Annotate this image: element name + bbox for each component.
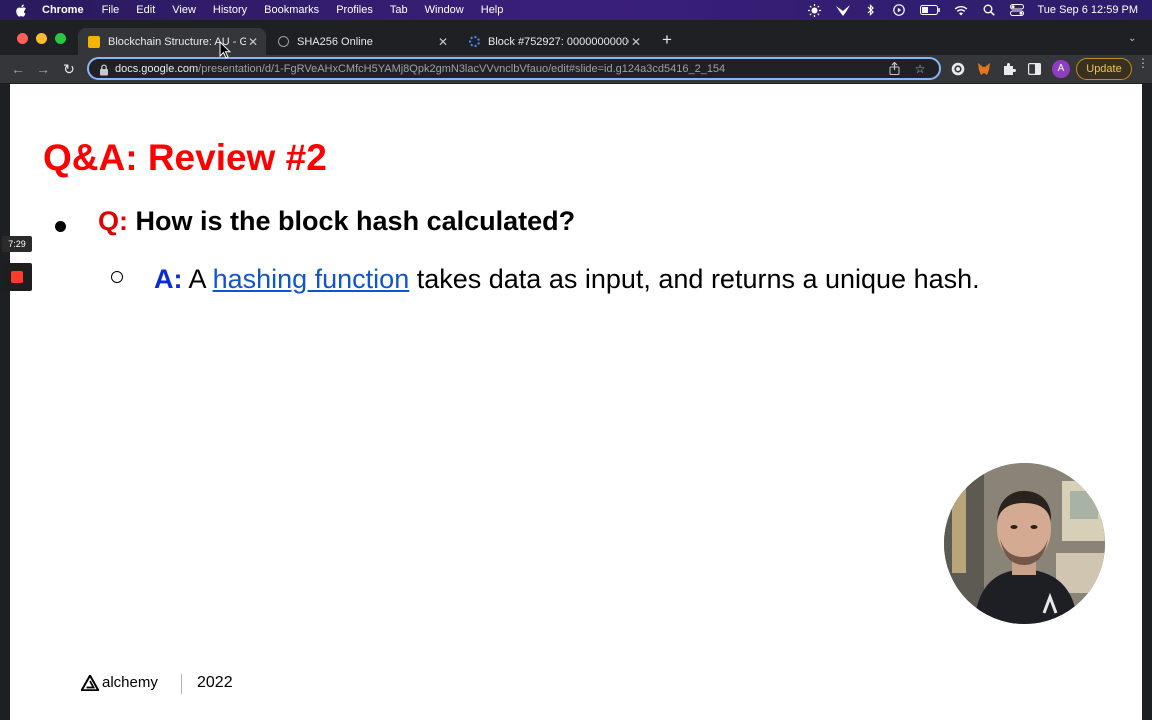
control-center-icon[interactable] bbox=[1009, 4, 1024, 16]
tab-sha256-online[interactable]: SHA256 Online ✕ bbox=[268, 28, 456, 55]
menu-profiles[interactable]: Profiles bbox=[336, 4, 373, 16]
slide-title: Q&A: Review #2 bbox=[43, 137, 327, 178]
loading-spinner-icon bbox=[469, 36, 480, 47]
zoom-window-button[interactable] bbox=[55, 33, 66, 44]
globe-icon bbox=[278, 36, 289, 47]
extensions-puzzle-icon[interactable] bbox=[1001, 61, 1017, 77]
menu-file[interactable]: File bbox=[102, 4, 120, 16]
tab-blockchain-structure[interactable]: Blockchain Structure: AU - Goo ✕ bbox=[78, 28, 266, 55]
close-tab-icon[interactable]: ✕ bbox=[436, 35, 450, 49]
menu-chrome[interactable]: Chrome bbox=[42, 4, 84, 16]
profile-avatar[interactable]: A bbox=[1052, 60, 1070, 78]
play-icon[interactable] bbox=[892, 4, 906, 16]
brightness-icon[interactable] bbox=[808, 3, 822, 17]
answer-post: takes data as input, and returns a uniqu… bbox=[416, 264, 980, 294]
url-text: docs.google.com/presentation/d/1-FgRVeAH… bbox=[115, 63, 887, 75]
bullet-hollow bbox=[111, 271, 123, 283]
tab-title: SHA256 Online bbox=[297, 35, 373, 48]
menu-window[interactable]: Window bbox=[425, 4, 464, 16]
extension-circle-icon[interactable] bbox=[950, 61, 966, 77]
question-line: Q: How is the block hash calculated? bbox=[98, 206, 575, 237]
close-window-button[interactable] bbox=[17, 33, 28, 44]
answer-pre: A bbox=[188, 264, 206, 294]
tab-block-752927[interactable]: Block #752927: 0000000000000 ✕ bbox=[459, 28, 649, 55]
alchemy-logo-icon bbox=[79, 672, 101, 691]
presentation-slide: Q&A: Review #2 Q: How is the block hash … bbox=[10, 84, 1142, 720]
tab-search-chevron-icon[interactable]: ⌄ bbox=[1128, 33, 1136, 44]
footer-divider bbox=[181, 674, 182, 694]
minimize-window-button[interactable] bbox=[36, 33, 47, 44]
menubar-status-area: Tue Sep 6 12:59 PM bbox=[794, 0, 1139, 20]
mouse-pointer-icon bbox=[219, 40, 232, 59]
menu-tab[interactable]: Tab bbox=[390, 4, 408, 16]
update-button[interactable]: Update bbox=[1076, 58, 1132, 80]
back-button[interactable]: ← bbox=[9, 60, 27, 78]
macos-menubar: Chrome File Edit View History Bookmarks … bbox=[0, 0, 1152, 20]
more-menu-icon[interactable]: ⋮ bbox=[1137, 57, 1149, 69]
close-tab-icon[interactable]: ✕ bbox=[629, 35, 643, 49]
menu-view[interactable]: View bbox=[172, 4, 196, 16]
hashing-function-link[interactable]: hashing function bbox=[213, 264, 410, 294]
apple-icon[interactable] bbox=[16, 4, 28, 17]
menu-edit[interactable]: Edit bbox=[136, 4, 155, 16]
window-controls bbox=[17, 33, 74, 44]
footer-year: 2022 bbox=[197, 674, 233, 691]
menu-bookmarks[interactable]: Bookmarks bbox=[264, 4, 319, 16]
alchemy-wordmark: alchemy bbox=[102, 674, 158, 691]
side-panel-icon[interactable] bbox=[1026, 61, 1042, 77]
question-label: Q: bbox=[98, 206, 128, 236]
address-bar[interactable]: docs.google.com/presentation/d/1-FgRVeAH… bbox=[87, 57, 941, 80]
answer-paragraph: A: A hashing function takes data as inpu… bbox=[154, 254, 1074, 305]
menu-history[interactable]: History bbox=[213, 4, 247, 16]
bluetooth-icon[interactable] bbox=[864, 4, 878, 16]
menu-help[interactable]: Help bbox=[481, 4, 504, 16]
bird-icon[interactable] bbox=[835, 4, 850, 16]
share-icon[interactable] bbox=[887, 61, 901, 76]
metamask-fox-icon[interactable] bbox=[976, 61, 992, 77]
question-text: How is the block hash calculated? bbox=[135, 206, 576, 236]
bookmark-star-icon[interactable]: ☆ bbox=[913, 62, 927, 76]
stop-recording-button[interactable] bbox=[2, 263, 32, 291]
battery-icon[interactable] bbox=[919, 4, 940, 16]
google-slides-icon bbox=[88, 35, 100, 48]
menubar-clock[interactable]: Tue Sep 6 12:59 PM bbox=[1038, 4, 1139, 16]
answer-label: A: bbox=[154, 264, 183, 294]
forward-button[interactable]: → bbox=[34, 60, 52, 78]
webcam-presenter-video bbox=[944, 463, 1105, 624]
browser-toolbar: ← → ↻ docs.google.com/presentation/d/1-F… bbox=[0, 55, 1152, 83]
new-tab-button[interactable]: + bbox=[659, 30, 675, 50]
tab-title: Block #752927: 0000000000000 bbox=[488, 35, 629, 48]
search-icon[interactable] bbox=[982, 4, 996, 16]
alchemy-logo: alchemy bbox=[79, 672, 158, 691]
bullet-filled bbox=[55, 221, 66, 232]
reload-button[interactable]: ↻ bbox=[60, 60, 78, 78]
wifi-icon[interactable] bbox=[954, 4, 968, 16]
recording-timer: 7:29 bbox=[2, 236, 32, 252]
close-tab-icon[interactable]: ✕ bbox=[246, 35, 260, 49]
stop-icon bbox=[11, 271, 23, 283]
url-path: /presentation/d/1-FgRVeAHxCMfcH5YAMj8Qpk… bbox=[198, 62, 726, 75]
lock-icon[interactable] bbox=[99, 63, 109, 75]
url-host: docs.google.com bbox=[115, 62, 199, 75]
